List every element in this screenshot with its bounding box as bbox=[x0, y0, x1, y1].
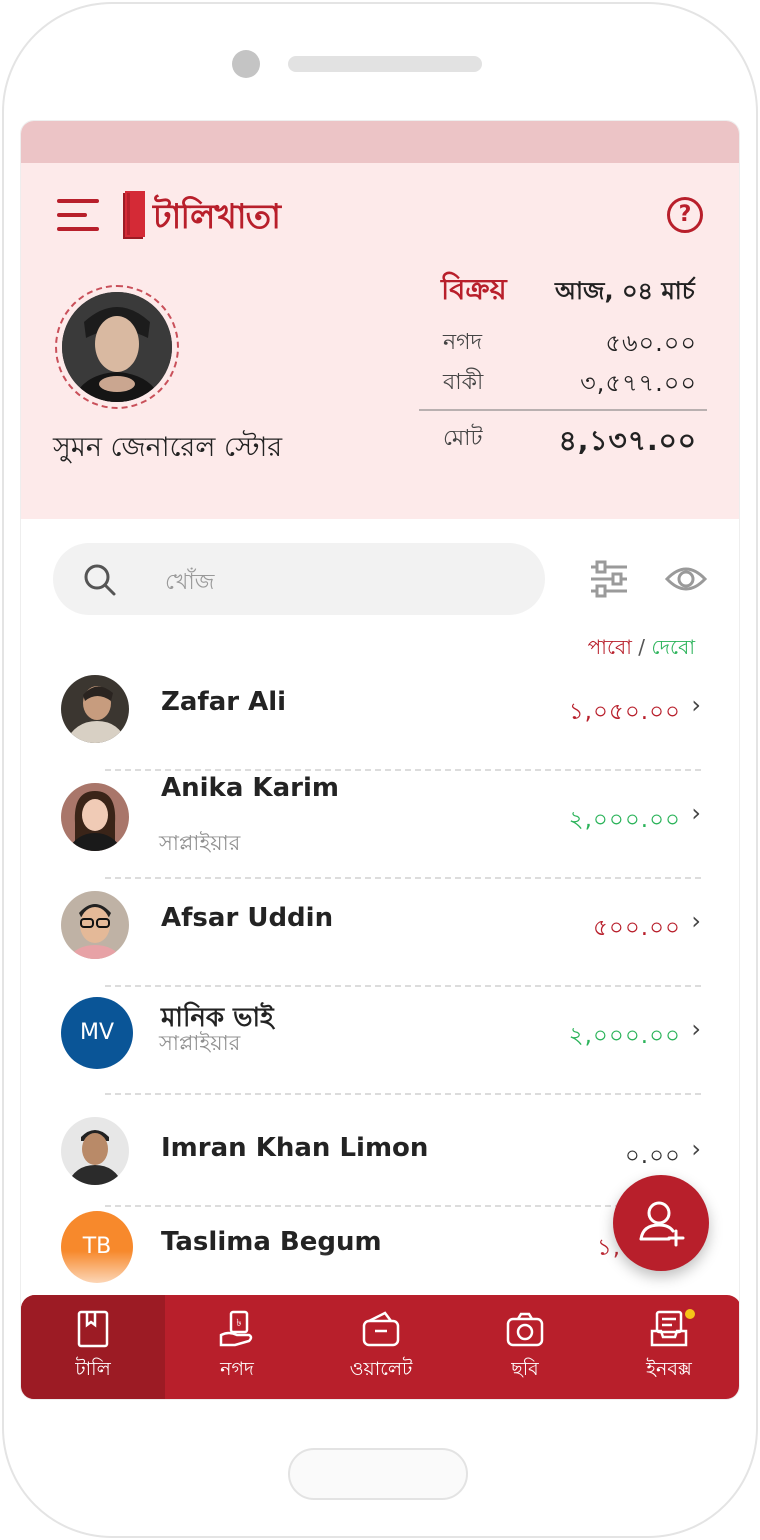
cash-icon: ৳ bbox=[219, 1310, 253, 1347]
wallet-icon bbox=[362, 1311, 400, 1347]
contact-role: সাপ্লাইয়ার bbox=[159, 831, 241, 855]
sales-divider bbox=[419, 409, 707, 411]
chevron-right-icon: › bbox=[691, 691, 701, 719]
front-camera bbox=[232, 50, 260, 78]
contact-avatar bbox=[61, 891, 129, 959]
nav-tab-cash[interactable]: ৳ নগদ bbox=[165, 1295, 309, 1399]
nav-label: টালি bbox=[75, 1358, 111, 1380]
app-logo-text: টালিখাতা bbox=[153, 197, 281, 237]
contact-role: সাপ্লাইয়ার bbox=[159, 1031, 241, 1055]
nav-tab-inbox[interactable]: ইনবক্স bbox=[597, 1295, 739, 1399]
contact-amount: ১,০৫০.০০ bbox=[568, 699, 681, 725]
bottom-navigation: টালি ৳ নগদ ওয়ালেট ছবি ইনবক্স bbox=[21, 1295, 739, 1399]
contact-name: Imran Khan Limon bbox=[161, 1133, 429, 1163]
chevron-right-icon: › bbox=[691, 799, 701, 827]
camera-icon bbox=[506, 1312, 544, 1347]
app-screen: টালিখাতা ? সুমন জেনারেল স্টোর বিক্রয় আজ… bbox=[20, 120, 740, 1400]
contact-amount: ২,০০০.০০ bbox=[568, 1023, 681, 1049]
contact-avatar bbox=[61, 783, 129, 851]
cash-label: নগদ bbox=[443, 330, 483, 355]
filter-sliders-icon[interactable] bbox=[589, 559, 629, 599]
search-input[interactable]: খোঁজ bbox=[53, 543, 545, 615]
nav-tab-photo[interactable]: ছবি bbox=[453, 1295, 597, 1399]
nav-label: ওয়ালেট bbox=[349, 1358, 413, 1380]
chevron-right-icon: › bbox=[691, 1015, 701, 1043]
contact-row-afsar-uddin[interactable]: Afsar Uddin ৫০০.০০ › bbox=[21, 879, 739, 987]
contact-name: Zafar Ali bbox=[161, 687, 287, 717]
chevron-right-icon: › bbox=[691, 1135, 701, 1163]
contact-row-zafar-ali[interactable]: Zafar Ali ১,০৫০.০০ › bbox=[21, 663, 739, 771]
status-bar bbox=[21, 121, 739, 163]
nav-label: ইনবক্স bbox=[646, 1358, 692, 1380]
legend-give: দেবো bbox=[651, 635, 695, 659]
app-header: টালিখাতা ? সুমন জেনারেল স্টোর বিক্রয় আজ… bbox=[21, 163, 739, 519]
nav-tab-wallet[interactable]: ওয়ালেট bbox=[309, 1295, 453, 1399]
svg-text:৳: ৳ bbox=[237, 1318, 242, 1329]
add-user-icon bbox=[639, 1201, 685, 1247]
total-label: মোট bbox=[443, 426, 483, 451]
search-placeholder: খোঁজ bbox=[165, 570, 215, 595]
nav-label: নগদ bbox=[220, 1358, 254, 1380]
eye-icon[interactable] bbox=[665, 563, 707, 595]
sales-date[interactable]: আজ, ০৪ মার্চ bbox=[555, 273, 695, 313]
home-button[interactable] bbox=[288, 1448, 468, 1500]
contact-name: Anika Karim bbox=[161, 773, 339, 803]
tally-book-icon bbox=[77, 1310, 109, 1348]
contact-row-anika-karim[interactable]: Anika Karim সাপ্লাইয়ার ২,০০০.০০ › bbox=[21, 771, 739, 879]
search-icon bbox=[84, 564, 116, 596]
contact-avatar bbox=[61, 675, 129, 743]
contact-amount: ২,০০০.০০ bbox=[568, 807, 681, 833]
profile-avatar[interactable] bbox=[62, 292, 172, 402]
sales-title: বিক্রয় bbox=[441, 272, 507, 306]
hamburger-menu-icon[interactable] bbox=[57, 199, 99, 231]
logo-book-icon bbox=[123, 191, 145, 239]
contact-name: Afsar Uddin bbox=[161, 903, 334, 933]
speaker-grille bbox=[288, 56, 482, 72]
chevron-right-icon: › bbox=[691, 907, 701, 935]
due-label: বাকী bbox=[443, 370, 484, 395]
due-value: ৩,৫৭৭.০০ bbox=[580, 369, 697, 397]
contact-amount: ৫০০.০০ bbox=[592, 915, 681, 941]
help-icon[interactable]: ? bbox=[667, 197, 703, 233]
store-name: সুমন জেনারেল স্টোর bbox=[53, 432, 283, 463]
nav-tab-tally[interactable]: টালি bbox=[21, 1295, 165, 1399]
contact-initials-avatar: MV bbox=[61, 997, 133, 1069]
balance-legend: পাবো / দেবো bbox=[588, 633, 695, 666]
notification-badge bbox=[683, 1307, 697, 1321]
legend-separator: / bbox=[638, 635, 646, 659]
add-contact-button[interactable] bbox=[613, 1175, 709, 1271]
nav-label: ছবি bbox=[511, 1358, 539, 1380]
cash-value: ৫৬০.০০ bbox=[605, 329, 697, 357]
contact-avatar bbox=[61, 1117, 129, 1185]
total-value: ৪,১৩৭.০০ bbox=[558, 424, 697, 457]
legend-receive: পাবো bbox=[587, 635, 632, 659]
contact-amount: ০.০০ bbox=[624, 1143, 681, 1169]
contact-row-manik-bhai[interactable]: MV মানিক ভাই সাপ্লাইয়ার ২,০০০.০০ › bbox=[21, 987, 739, 1095]
